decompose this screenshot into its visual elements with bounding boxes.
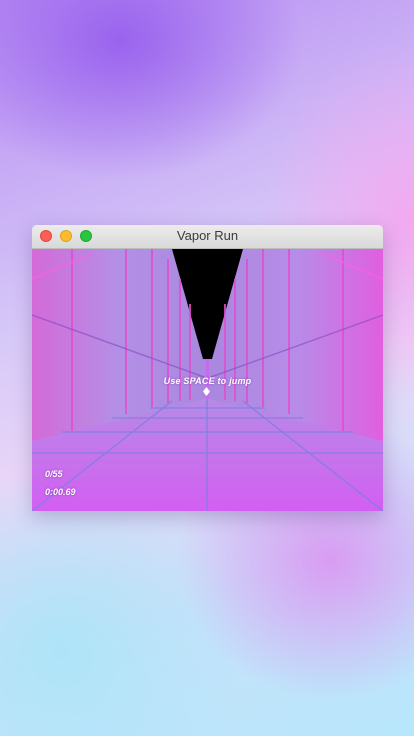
run-timer: 0:00.69	[45, 487, 76, 497]
window-title: Vapor Run	[176, 228, 239, 243]
jump-hint: Use SPACE to jump	[163, 376, 252, 386]
game-window: Vapor Run Use SPACE to jump 0/55 0:00.69	[32, 225, 383, 511]
window-titlebar[interactable]: Vapor Run	[32, 225, 383, 249]
progress-counter: 0/55	[45, 469, 63, 479]
game-viewport[interactable]: Use SPACE to jump 0/55 0:00.69	[32, 249, 383, 511]
